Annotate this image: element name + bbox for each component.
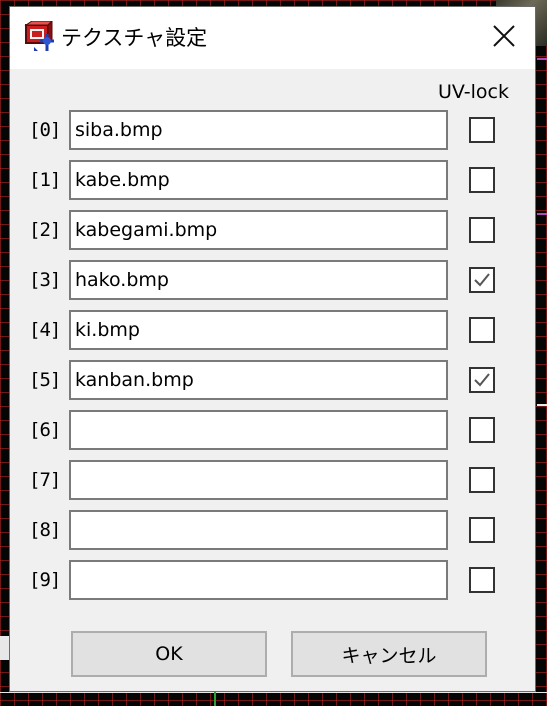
background-line <box>537 58 547 60</box>
texture-filename-field[interactable] <box>69 210 448 250</box>
uvlock-checkbox[interactable] <box>469 567 495 593</box>
texture-filename-field[interactable] <box>69 410 448 450</box>
uvlock-checkbox[interactable] <box>469 417 495 443</box>
uvlock-checkbox[interactable] <box>469 167 495 193</box>
texture-index-label: [7] <box>29 469 61 491</box>
background-line <box>537 213 547 215</box>
checkmark-icon <box>472 370 492 390</box>
texture-row-5: [5] <box>10 360 535 400</box>
texture-row-8: [8] <box>10 510 535 550</box>
texture-row-0: [0] <box>10 110 535 150</box>
close-button[interactable] <box>473 7 535 69</box>
texture-filename-field[interactable] <box>69 360 448 400</box>
texture-filename-field[interactable] <box>69 560 448 600</box>
background-line <box>0 636 9 660</box>
uvlock-checkbox[interactable] <box>469 267 495 293</box>
texture-index-label: [1] <box>29 169 61 191</box>
texture-index-label: [4] <box>29 319 61 341</box>
ok-button[interactable]: OK <box>71 631 267 677</box>
close-icon <box>493 25 515 51</box>
dialog-title: テクスチャ設定 <box>61 26 208 50</box>
texture-index-label: [5] <box>29 369 61 391</box>
title-bar[interactable]: テクスチャ設定 <box>10 7 535 69</box>
texture-filename-field[interactable] <box>69 310 448 350</box>
background-line <box>0 692 547 693</box>
texture-index-label: [9] <box>29 569 61 591</box>
texture-index-label: [0] <box>29 119 61 141</box>
texture-settings-dialog: テクスチャ設定 UV-lock [0] [1] [2] [3] [4] [5] [6] [7]… <box>9 6 536 692</box>
texture-index-label: [3] <box>29 269 61 291</box>
texture-filename-field[interactable] <box>69 160 448 200</box>
uvlock-checkbox[interactable] <box>469 367 495 393</box>
cancel-button[interactable]: キャンセル <box>291 631 487 677</box>
app-cube-icon <box>24 19 58 55</box>
texture-row-3: [3] <box>10 260 535 300</box>
texture-row-9: [9] <box>10 560 535 600</box>
texture-row-7: [7] <box>10 460 535 500</box>
background-line <box>214 692 216 706</box>
uvlock-checkbox[interactable] <box>469 117 495 143</box>
checkmark-icon <box>472 270 492 290</box>
texture-index-label: [2] <box>29 219 61 241</box>
uvlock-checkbox[interactable] <box>469 317 495 343</box>
texture-filename-field[interactable] <box>69 110 448 150</box>
background-line <box>537 404 547 406</box>
uvlock-checkbox[interactable] <box>469 517 495 543</box>
texture-row-4: [4] <box>10 310 535 350</box>
uvlock-column-header: UV-lock <box>438 81 509 103</box>
texture-row-6: [6] <box>10 410 535 450</box>
texture-index-label: [8] <box>29 519 61 541</box>
texture-filename-field[interactable] <box>69 510 448 550</box>
texture-row-1: [1] <box>10 160 535 200</box>
uvlock-checkbox[interactable] <box>469 467 495 493</box>
uvlock-checkbox[interactable] <box>469 217 495 243</box>
texture-index-label: [6] <box>29 419 61 441</box>
texture-filename-field[interactable] <box>69 260 448 300</box>
texture-row-2: [2] <box>10 210 535 250</box>
texture-filename-field[interactable] <box>69 460 448 500</box>
